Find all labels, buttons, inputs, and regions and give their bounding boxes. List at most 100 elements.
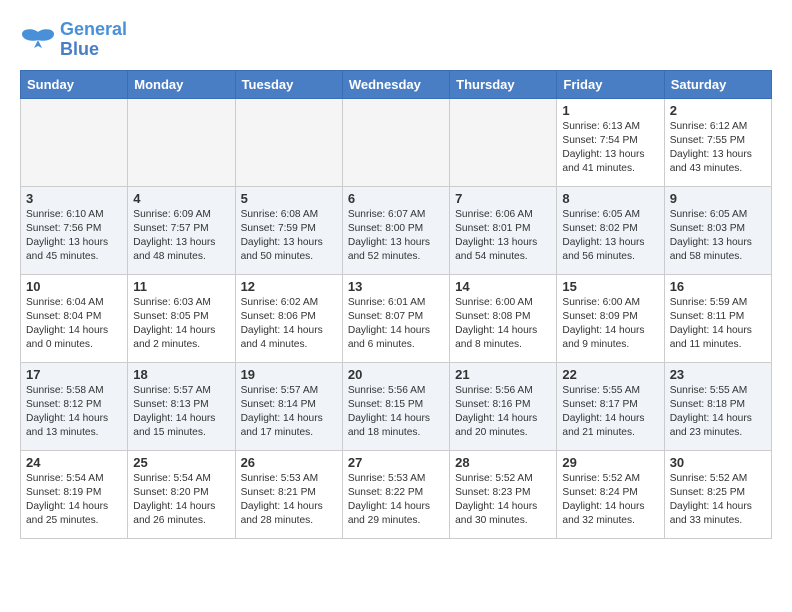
calendar-cell: 4Sunrise: 6:09 AM Sunset: 7:57 PM Daylig… [128, 186, 235, 274]
calendar-week-4: 17Sunrise: 5:58 AM Sunset: 8:12 PM Dayli… [21, 362, 772, 450]
day-number: 12 [241, 279, 337, 294]
calendar-header-row: SundayMondayTuesdayWednesdayThursdayFrid… [21, 70, 772, 98]
day-info: Sunrise: 6:06 AM Sunset: 8:01 PM Dayligh… [455, 208, 551, 265]
day-number: 25 [133, 455, 229, 470]
day-number: 30 [670, 455, 766, 470]
calendar-week-1: 1 Sunrise: 6:13 AM Sunset: 7:54 PM Daylig… [21, 98, 772, 186]
calendar-cell: 29 Sunrise: 5:52 AM Sunset: 8:24 PM Dayli… [557, 450, 664, 538]
day-number: 9 [670, 191, 766, 206]
day-info: Sunrise: 6:05 AM Sunset: 8:02 PM Dayligh… [562, 208, 658, 265]
header: General Blue [20, 20, 772, 60]
calendar-week-3: 10 Sunrise: 6:04 AM Sunset: 8:04 PM Dayli… [21, 274, 772, 362]
day-header-thursday: Thursday [450, 70, 557, 98]
calendar-cell: 16 Sunrise: 5:59 AM Sunset: 8:11 PM Dayli… [664, 274, 771, 362]
day-number: 24 [26, 455, 122, 470]
day-number: 3 [26, 191, 122, 206]
calendar-cell: 3 Sunrise: 6:10 AM Sunset: 7:56 PM Daylig… [21, 186, 128, 274]
day-number: 29 [562, 455, 658, 470]
day-info: Sunrise: 5:52 AM Sunset: 8:25 PM Dayligh… [670, 472, 766, 529]
day-info: Sunrise: 5:54 AM Sunset: 8:20 PM Dayligh… [133, 472, 229, 529]
day-info: Sunrise: 6:04 AM Sunset: 8:04 PM Dayligh… [26, 296, 122, 353]
day-number: 10 [26, 279, 122, 294]
day-info: Sunrise: 6:07 AM Sunset: 8:00 PM Dayligh… [348, 208, 444, 265]
day-number: 28 [455, 455, 551, 470]
day-number: 13 [348, 279, 444, 294]
day-number: 1 [562, 103, 658, 118]
calendar-cell: 20 Sunrise: 5:56 AM Sunset: 8:15 PM Dayli… [342, 362, 449, 450]
logo-icon [20, 26, 56, 54]
day-info: Sunrise: 5:55 AM Sunset: 8:17 PM Dayligh… [562, 384, 658, 441]
day-header-tuesday: Tuesday [235, 70, 342, 98]
day-number: 23 [670, 367, 766, 382]
calendar-week-2: 3 Sunrise: 6:10 AM Sunset: 7:56 PM Daylig… [21, 186, 772, 274]
day-number: 19 [241, 367, 337, 382]
day-info: Sunrise: 5:55 AM Sunset: 8:18 PM Dayligh… [670, 384, 766, 441]
calendar-cell: 5Sunrise: 6:08 AM Sunset: 7:59 PM Daylig… [235, 186, 342, 274]
calendar-cell: 30 Sunrise: 5:52 AM Sunset: 8:25 PM Dayli… [664, 450, 771, 538]
day-header-sunday: Sunday [21, 70, 128, 98]
day-info: Sunrise: 5:53 AM Sunset: 8:22 PM Dayligh… [348, 472, 444, 529]
calendar-cell: 17Sunrise: 5:58 AM Sunset: 8:12 PM Dayli… [21, 362, 128, 450]
calendar-cell [342, 98, 449, 186]
day-number: 6 [348, 191, 444, 206]
calendar-cell: 19 Sunrise: 5:57 AM Sunset: 8:14 PM Dayli… [235, 362, 342, 450]
day-info: Sunrise: 5:54 AM Sunset: 8:19 PM Dayligh… [26, 472, 122, 529]
calendar-cell: 27 Sunrise: 5:53 AM Sunset: 8:22 PM Dayli… [342, 450, 449, 538]
day-number: 8 [562, 191, 658, 206]
day-number: 21 [455, 367, 551, 382]
calendar-cell [450, 98, 557, 186]
day-number: 15 [562, 279, 658, 294]
day-info: Sunrise: 5:52 AM Sunset: 8:23 PM Dayligh… [455, 472, 551, 529]
calendar-cell: 7 Sunrise: 6:06 AM Sunset: 8:01 PM Daylig… [450, 186, 557, 274]
calendar-cell: 14Sunrise: 6:00 AM Sunset: 8:08 PM Dayli… [450, 274, 557, 362]
day-info: Sunrise: 5:57 AM Sunset: 8:14 PM Dayligh… [241, 384, 337, 441]
calendar-cell: 24 Sunrise: 5:54 AM Sunset: 8:19 PM Dayli… [21, 450, 128, 538]
day-number: 16 [670, 279, 766, 294]
day-header-friday: Friday [557, 70, 664, 98]
day-info: Sunrise: 5:58 AM Sunset: 8:12 PM Dayligh… [26, 384, 122, 441]
calendar-cell: 23 Sunrise: 5:55 AM Sunset: 8:18 PM Dayli… [664, 362, 771, 450]
calendar-cell: 26 Sunrise: 5:53 AM Sunset: 8:21 PM Dayli… [235, 450, 342, 538]
day-info: Sunrise: 5:52 AM Sunset: 8:24 PM Dayligh… [562, 472, 658, 529]
day-info: Sunrise: 6:05 AM Sunset: 8:03 PM Dayligh… [670, 208, 766, 265]
day-info: Sunrise: 6:10 AM Sunset: 7:56 PM Dayligh… [26, 208, 122, 265]
calendar-cell: 28 Sunrise: 5:52 AM Sunset: 8:23 PM Dayli… [450, 450, 557, 538]
day-number: 2 [670, 103, 766, 118]
day-info: Sunrise: 5:53 AM Sunset: 8:21 PM Dayligh… [241, 472, 337, 529]
calendar-cell: 18Sunrise: 5:57 AM Sunset: 8:13 PM Dayli… [128, 362, 235, 450]
day-info: Sunrise: 6:03 AM Sunset: 8:05 PM Dayligh… [133, 296, 229, 353]
day-number: 4 [133, 191, 229, 206]
day-info: Sunrise: 6:13 AM Sunset: 7:54 PM Dayligh… [562, 120, 658, 177]
calendar-cell [235, 98, 342, 186]
calendar-cell: 12 Sunrise: 6:02 AM Sunset: 8:06 PM Dayli… [235, 274, 342, 362]
calendar-cell: 6 Sunrise: 6:07 AM Sunset: 8:00 PM Daylig… [342, 186, 449, 274]
calendar-cell [128, 98, 235, 186]
day-info: Sunrise: 5:59 AM Sunset: 8:11 PM Dayligh… [670, 296, 766, 353]
day-number: 26 [241, 455, 337, 470]
day-number: 22 [562, 367, 658, 382]
calendar-week-5: 24 Sunrise: 5:54 AM Sunset: 8:19 PM Dayli… [21, 450, 772, 538]
day-info: Sunrise: 5:56 AM Sunset: 8:16 PM Dayligh… [455, 384, 551, 441]
day-number: 20 [348, 367, 444, 382]
calendar-cell: 9 Sunrise: 6:05 AM Sunset: 8:03 PM Daylig… [664, 186, 771, 274]
calendar: SundayMondayTuesdayWednesdayThursdayFrid… [20, 70, 772, 539]
day-info: Sunrise: 6:02 AM Sunset: 8:06 PM Dayligh… [241, 296, 337, 353]
logo-text: General Blue [60, 20, 127, 60]
calendar-cell: 2Sunrise: 6:12 AM Sunset: 7:55 PM Daylig… [664, 98, 771, 186]
day-info: Sunrise: 6:08 AM Sunset: 7:59 PM Dayligh… [241, 208, 337, 265]
calendar-cell: 25 Sunrise: 5:54 AM Sunset: 8:20 PM Dayli… [128, 450, 235, 538]
calendar-cell: 13 Sunrise: 6:01 AM Sunset: 8:07 PM Dayli… [342, 274, 449, 362]
day-number: 7 [455, 191, 551, 206]
logo: General Blue [20, 20, 127, 60]
day-number: 11 [133, 279, 229, 294]
day-header-monday: Monday [128, 70, 235, 98]
day-info: Sunrise: 5:57 AM Sunset: 8:13 PM Dayligh… [133, 384, 229, 441]
calendar-cell: 10 Sunrise: 6:04 AM Sunset: 8:04 PM Dayli… [21, 274, 128, 362]
day-number: 27 [348, 455, 444, 470]
day-info: Sunrise: 5:56 AM Sunset: 8:15 PM Dayligh… [348, 384, 444, 441]
day-header-wednesday: Wednesday [342, 70, 449, 98]
calendar-cell [21, 98, 128, 186]
day-info: Sunrise: 6:01 AM Sunset: 8:07 PM Dayligh… [348, 296, 444, 353]
calendar-cell: 11 Sunrise: 6:03 AM Sunset: 8:05 PM Dayli… [128, 274, 235, 362]
day-header-saturday: Saturday [664, 70, 771, 98]
